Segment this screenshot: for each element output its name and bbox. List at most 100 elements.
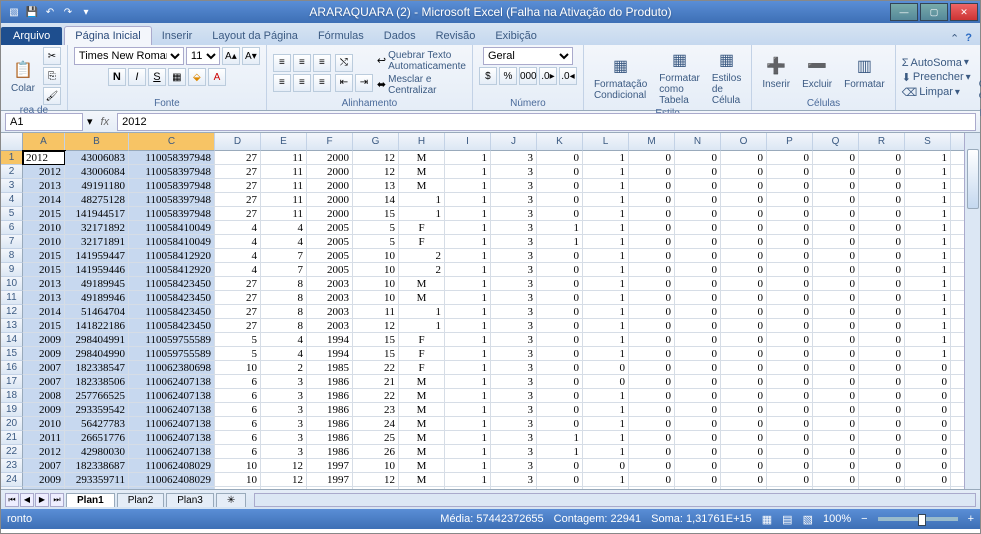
- fill-button[interactable]: ⬇ Preencher ▾: [902, 71, 971, 84]
- cell[interactable]: 22: [353, 361, 399, 375]
- row-header[interactable]: 8: [1, 249, 23, 263]
- sheet-nav-last-icon[interactable]: ⏭: [50, 493, 64, 507]
- cell[interactable]: 1: [537, 235, 583, 249]
- tab-home[interactable]: Página Inicial: [64, 26, 151, 45]
- cell[interactable]: 0: [721, 291, 767, 305]
- cell[interactable]: 5: [215, 347, 261, 361]
- cell[interactable]: 15: [353, 333, 399, 347]
- tab-formulas[interactable]: Fórmulas: [308, 27, 374, 45]
- col-header[interactable]: K: [537, 133, 583, 151]
- cell[interactable]: 2013: [23, 291, 65, 305]
- cell[interactable]: 45759233: [65, 487, 129, 489]
- col-header[interactable]: G: [353, 133, 399, 151]
- cell[interactable]: 2000: [307, 179, 353, 193]
- font-size-select[interactable]: 11: [186, 47, 220, 65]
- select-all-corner[interactable]: [1, 133, 23, 151]
- number-format-select[interactable]: Geral: [483, 47, 573, 65]
- cell[interactable]: 0: [813, 417, 859, 431]
- cell[interactable]: 1: [583, 445, 629, 459]
- cell[interactable]: 3: [261, 431, 307, 445]
- cell[interactable]: 6: [215, 431, 261, 445]
- col-header[interactable]: M: [629, 133, 675, 151]
- cell[interactable]: 1: [905, 165, 951, 179]
- cell[interactable]: 0: [859, 361, 905, 375]
- cell[interactable]: 12: [261, 487, 307, 489]
- cell[interactable]: 1: [905, 305, 951, 319]
- cell[interactable]: 1: [445, 207, 491, 221]
- format-as-table-button[interactable]: ▦Formatar como Tabela: [655, 47, 704, 108]
- cell[interactable]: 2009: [23, 333, 65, 347]
- cell[interactable]: 51464704: [65, 305, 129, 319]
- cell[interactable]: 0: [629, 221, 675, 235]
- cell[interactable]: 26651776: [65, 431, 129, 445]
- cell[interactable]: 3: [261, 375, 307, 389]
- cell[interactable]: 0: [721, 165, 767, 179]
- cell[interactable]: 2010: [23, 417, 65, 431]
- cell[interactable]: 1: [445, 347, 491, 361]
- col-header[interactable]: O: [721, 133, 767, 151]
- cell[interactable]: 0: [813, 361, 859, 375]
- cell[interactable]: 32171891: [65, 235, 129, 249]
- cell[interactable]: 11: [261, 179, 307, 193]
- cell[interactable]: 1: [445, 333, 491, 347]
- cell[interactable]: 6: [215, 389, 261, 403]
- cell[interactable]: 2015: [23, 263, 65, 277]
- cell[interactable]: 0: [629, 179, 675, 193]
- view-layout-icon[interactable]: ▤: [782, 513, 792, 526]
- col-header[interactable]: A: [23, 133, 65, 151]
- sheet-nav-first-icon[interactable]: ⏮: [5, 493, 19, 507]
- cell[interactable]: 1: [905, 249, 951, 263]
- row-header[interactable]: 17: [1, 375, 23, 389]
- cell[interactable]: 0: [675, 291, 721, 305]
- cell[interactable]: 2003: [307, 319, 353, 333]
- cell[interactable]: 0: [675, 263, 721, 277]
- wrap-text-button[interactable]: ↩Quebrar Texto Automaticamente: [377, 50, 466, 72]
- cell[interactable]: 1: [905, 263, 951, 277]
- cell[interactable]: 110059755589: [129, 347, 215, 361]
- cell[interactable]: 8: [261, 291, 307, 305]
- cell[interactable]: 0: [813, 165, 859, 179]
- cell[interactable]: 12: [261, 473, 307, 487]
- cell[interactable]: 2: [261, 361, 307, 375]
- cell[interactable]: 0: [675, 193, 721, 207]
- row-header[interactable]: 18: [1, 389, 23, 403]
- row-header[interactable]: 5: [1, 207, 23, 221]
- cell[interactable]: 1986: [307, 375, 353, 389]
- cell[interactable]: M: [399, 459, 445, 473]
- cell[interactable]: 1: [445, 417, 491, 431]
- tab-page-layout[interactable]: Layout da Página: [202, 27, 308, 45]
- cell[interactable]: 3: [491, 319, 537, 333]
- cell[interactable]: 1: [905, 333, 951, 347]
- cell[interactable]: 3: [491, 347, 537, 361]
- cell[interactable]: 1994: [307, 333, 353, 347]
- cell[interactable]: 2007: [23, 459, 65, 473]
- cell[interactable]: 1: [583, 165, 629, 179]
- cell[interactable]: 0: [767, 221, 813, 235]
- cell[interactable]: 0: [721, 207, 767, 221]
- cell[interactable]: 3: [261, 417, 307, 431]
- col-header[interactable]: S: [905, 133, 951, 151]
- cell[interactable]: 0: [675, 417, 721, 431]
- inc-decimal-icon[interactable]: .0▸: [539, 67, 557, 85]
- cell[interactable]: 0: [629, 375, 675, 389]
- cell[interactable]: 0: [813, 291, 859, 305]
- cell[interactable]: 4: [215, 263, 261, 277]
- cell[interactable]: 0: [721, 235, 767, 249]
- cell[interactable]: 1994: [307, 347, 353, 361]
- insert-cells-button[interactable]: ➕Inserir: [758, 53, 794, 92]
- vertical-scrollbar[interactable]: [964, 133, 980, 489]
- row-header[interactable]: 16: [1, 361, 23, 375]
- cell[interactable]: 0: [905, 403, 951, 417]
- format-cells-button[interactable]: ▥Formatar: [840, 53, 889, 92]
- cell[interactable]: 110058423450: [129, 305, 215, 319]
- cell[interactable]: 0: [537, 459, 583, 473]
- sheet-tab-3[interactable]: Plan3: [166, 493, 214, 507]
- cell[interactable]: 0: [813, 193, 859, 207]
- cell[interactable]: 3: [491, 417, 537, 431]
- cell[interactable]: 4: [261, 333, 307, 347]
- cell[interactable]: M: [399, 389, 445, 403]
- cell[interactable]: 3: [491, 375, 537, 389]
- cell[interactable]: 0: [767, 375, 813, 389]
- cell[interactable]: 0: [721, 389, 767, 403]
- cell[interactable]: 0: [629, 319, 675, 333]
